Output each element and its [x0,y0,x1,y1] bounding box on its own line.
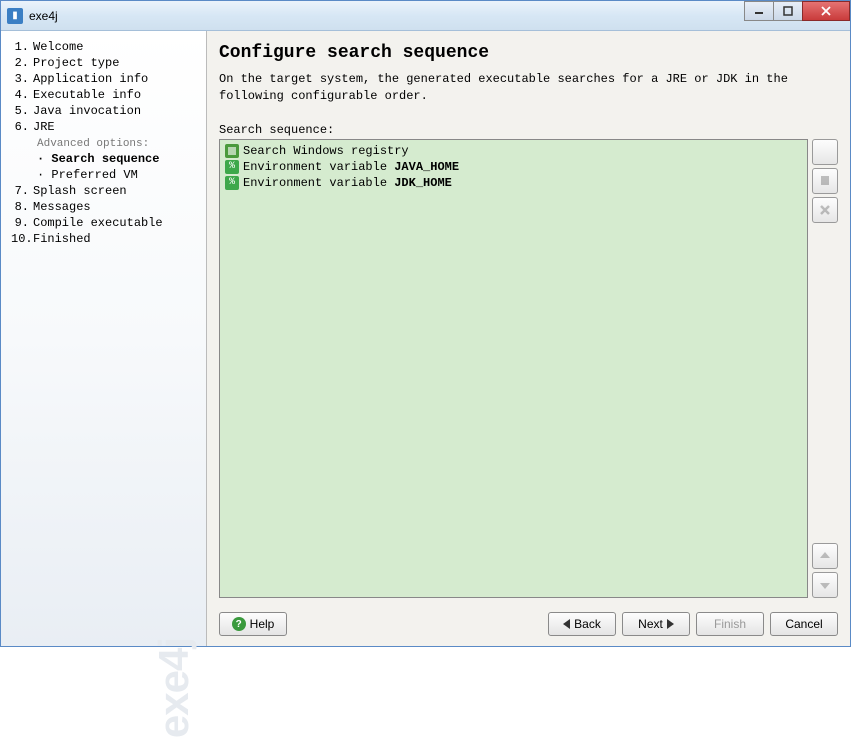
advanced-options-label: Advanced options: [11,135,206,151]
page-description: On the target system, the generated exec… [219,71,838,123]
nav-step-finished[interactable]: 10.Finished [11,231,206,247]
move-down-button[interactable] [812,572,838,598]
env-icon: % [225,176,239,190]
finish-button[interactable]: Finish [696,612,764,636]
cancel-button[interactable]: Cancel [770,612,838,636]
wizard-window: ▮ exe4j 1.Welcome 2.Project type 3.Appli… [0,0,851,647]
back-button[interactable]: Back [548,612,616,636]
titlebar: ▮ exe4j [1,1,850,31]
nav-step-application-info[interactable]: 3.Application info [11,71,206,87]
watermark: exe4j [150,638,198,738]
help-icon: ? [232,617,246,631]
nav-step-welcome[interactable]: 1.Welcome [11,39,206,55]
next-button[interactable]: Next [622,612,690,636]
page-title: Configure search sequence [219,41,838,71]
client-area: 1.Welcome 2.Project type 3.Application i… [1,31,850,646]
add-button[interactable] [812,139,838,165]
help-button[interactable]: ? Help [219,612,287,636]
list-item-prefix: Environment variable [243,176,394,190]
move-up-button[interactable] [812,543,838,569]
maximize-button[interactable] [773,1,803,21]
edit-button[interactable] [812,168,838,194]
list-item-text: Search Windows registry [243,144,409,158]
list-item-java-home[interactable]: % Environment variable JAVA_HOME [223,159,804,175]
nav-sub-search-sequence[interactable]: · Search sequence [11,151,206,167]
main-panel: Configure search sequence On the target … [207,31,850,646]
remove-button[interactable] [812,197,838,223]
list-item-prefix: Environment variable [243,160,394,174]
close-button[interactable] [802,1,850,21]
nav-step-compile-executable[interactable]: 9.Compile executable [11,215,206,231]
list-item-registry[interactable]: Search Windows registry [223,143,804,159]
search-sequence-listbox[interactable]: Search Windows registry % Environment va… [219,139,808,598]
list-item-bold: JAVA_HOME [394,160,459,174]
list-button-column [812,139,838,598]
list-item-jdk-home[interactable]: % Environment variable JDK_HOME [223,175,804,191]
nav-step-executable-info[interactable]: 4.Executable info [11,87,206,103]
nav-step-jre[interactable]: 6.JRE [11,119,206,135]
nav-step-messages[interactable]: 8.Messages [11,199,206,215]
arrow-left-icon [563,619,570,629]
env-icon: % [225,160,239,174]
wizard-footer: ? Help Back Next Finish Cancel [219,606,838,636]
window-controls [745,1,850,21]
minimize-button[interactable] [744,1,774,21]
search-sequence-area: Search Windows registry % Environment va… [219,139,838,598]
arrow-right-icon [667,619,674,629]
registry-icon [225,144,239,158]
list-label: Search sequence: [219,123,838,139]
nav-step-project-type[interactable]: 2.Project type [11,55,206,71]
list-item-bold: JDK_HOME [394,176,452,190]
nav-step-java-invocation[interactable]: 5.Java invocation [11,103,206,119]
nav-step-splash-screen[interactable]: 7.Splash screen [11,183,206,199]
wizard-steps-sidebar: 1.Welcome 2.Project type 3.Application i… [1,31,207,646]
app-icon: ▮ [7,8,23,24]
nav-sub-preferred-vm[interactable]: · Preferred VM [11,167,206,183]
window-title: exe4j [29,9,58,23]
